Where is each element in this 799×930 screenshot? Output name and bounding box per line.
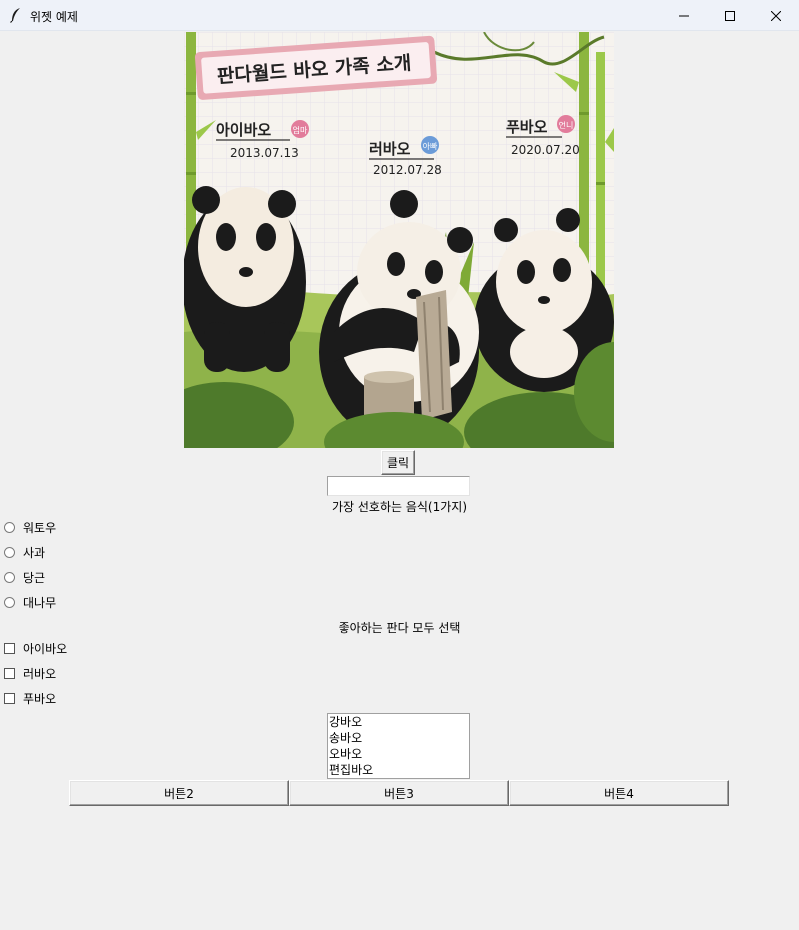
click-button[interactable]: 클릭 <box>381 450 415 475</box>
list-item[interactable]: 송바오 <box>329 730 469 746</box>
radio-button[interactable] <box>4 571 15 583</box>
tag-aibao-date: 2013.07.13 <box>230 146 299 160</box>
tag-fubao-date: 2020.07.20 <box>511 143 580 157</box>
checkbox-option-label: 푸바오 <box>23 691 57 706</box>
radio-option-3[interactable]: 당근 <box>4 567 45 587</box>
button-2[interactable]: 버튼2 <box>69 780 289 806</box>
radio-option-label: 사과 <box>23 545 46 560</box>
tag-fubao-role: 언니 <box>559 120 574 130</box>
food-question-label: 가장 선호하는 음식(1가지) <box>331 500 468 514</box>
checkbox-option-1[interactable]: 아이바오 <box>4 638 67 658</box>
minimize-button[interactable] <box>661 0 707 31</box>
button-3[interactable]: 버튼3 <box>289 780 509 806</box>
text-entry[interactable] <box>327 476 470 496</box>
window-title: 위젯 예제 <box>30 10 78 24</box>
checkbox-option-label: 러바오 <box>23 666 57 681</box>
maximize-button[interactable] <box>707 0 753 31</box>
list-item[interactable]: 오바오 <box>329 746 469 762</box>
tag-aibao-name: 아이바오 <box>216 121 271 139</box>
tag-lebao-name: 러바오 <box>369 140 411 158</box>
checkbox[interactable] <box>4 667 15 679</box>
radio-option-label: 워토우 <box>23 520 57 535</box>
radio-option-label: 대나무 <box>23 595 57 610</box>
radio-button[interactable] <box>4 521 15 533</box>
radio-option-1[interactable]: 워토우 <box>4 517 56 537</box>
radio-button[interactable] <box>4 596 15 608</box>
minimize-icon <box>679 15 689 16</box>
checkbox[interactable] <box>4 692 15 704</box>
checkbox-option-label: 아이바오 <box>23 641 68 656</box>
tag-aibao-role: 엄마 <box>293 125 308 135</box>
panda-illustration: 판다월드 바오 가족 소개 아이바오 엄마 2013.07.13 러바오 아빠 … <box>184 32 614 448</box>
checkbox-option-3[interactable]: 푸바오 <box>4 688 56 708</box>
panda-question-label: 좋아하는 판다 모두 선택 <box>338 621 461 635</box>
close-icon <box>771 10 781 21</box>
keeper-listbox[interactable]: 강바오 송바오 오바오 편집바오 <box>327 713 470 779</box>
radio-option-label: 당근 <box>23 570 46 585</box>
radio-option-4[interactable]: 대나무 <box>4 592 56 612</box>
panda-family-image: 판다월드 바오 가족 소개 아이바오 엄마 2013.07.13 러바오 아빠 … <box>184 32 614 448</box>
tag-fubao-name: 푸바오 <box>506 118 548 136</box>
checkbox-option-2[interactable]: 러바오 <box>4 663 56 683</box>
feather-icon <box>10 8 20 23</box>
radio-button[interactable] <box>4 546 15 558</box>
radio-option-2[interactable]: 사과 <box>4 542 45 562</box>
list-item[interactable]: 강바오 <box>329 714 469 730</box>
close-button[interactable] <box>753 0 799 31</box>
maximize-icon <box>725 10 735 21</box>
tag-lebao-role: 아빠 <box>423 141 438 151</box>
title-bar: 위젯 예제 <box>0 0 799 31</box>
checkbox[interactable] <box>4 642 15 654</box>
tag-lebao-date: 2012.07.28 <box>373 163 442 177</box>
list-item[interactable]: 편집바오 <box>329 762 469 778</box>
button-4[interactable]: 버튼4 <box>509 780 729 806</box>
